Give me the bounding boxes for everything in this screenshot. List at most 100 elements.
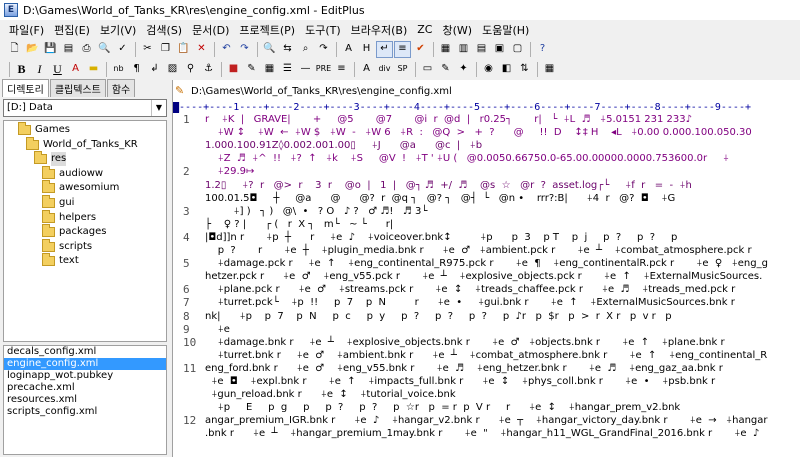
form-icon[interactable]: ▭: [419, 61, 436, 78]
delete-icon[interactable]: ✕: [193, 41, 210, 58]
highlight-icon[interactable]: ▬: [85, 61, 102, 78]
panel-tab-1[interactable]: 클립텍스트: [49, 79, 106, 97]
copy-icon[interactable]: ❐: [157, 41, 174, 58]
code-line[interactable]: ⍭plane.pck r ⍭e ♂ ⍭streams.pck r ⍭e ↕ ⍭t…: [205, 283, 736, 296]
pen-icon[interactable]: ✎: [243, 61, 260, 78]
tree-item[interactable]: packages: [42, 224, 106, 239]
layout-1-icon[interactable]: ▦: [437, 41, 454, 58]
find-in-files-icon[interactable]: ⌕: [297, 41, 314, 58]
ruler-icon[interactable]: ≡: [394, 40, 411, 58]
menu-item-6[interactable]: 도구(T): [300, 22, 346, 38]
tree-item[interactable]: helpers: [42, 209, 96, 225]
file-list-item[interactable]: decals_config.xml: [4, 346, 166, 358]
tree-item[interactable]: res: [34, 151, 67, 167]
tree-item[interactable]: Games: [18, 122, 70, 137]
div-icon[interactable]: div: [376, 61, 393, 78]
nbsp-icon[interactable]: nb: [110, 61, 127, 78]
span-icon[interactable]: SP: [394, 61, 411, 78]
menu-item-5[interactable]: 프로젝트(P): [234, 22, 300, 38]
code-line[interactable]: hetzer.pck r ⍭e ♂ ⍭eng_v55.pck r ⍭e ┴ ⍭e…: [205, 270, 762, 283]
undo-icon[interactable]: ↶: [218, 41, 235, 58]
tree-item[interactable]: World_of_Tanks_KR: [26, 136, 138, 152]
file-list-item[interactable]: engine_config.xml: [4, 358, 166, 370]
underline-icon[interactable]: U: [49, 61, 66, 78]
menu-item-10[interactable]: 도움말(H): [477, 22, 534, 38]
preview-icon[interactable]: ◧: [498, 61, 515, 78]
code-line[interactable]: ⍭29.9↦: [205, 165, 255, 178]
code-line[interactable]: ⍭Z ♬ ⍭^ !! ⍭? ↑ ⍭k ⍭S @V ! ⍭T ' ⍭U ( @0.…: [205, 152, 729, 165]
chevron-down-icon[interactable]: ▼: [151, 100, 166, 116]
table-icon[interactable]: ▦: [261, 61, 278, 78]
code-line[interactable]: r ⍭K | GRAVE| + @5 @7 @i r @d | r0.25┐ r…: [205, 113, 692, 126]
paste-icon[interactable]: 📋: [175, 41, 192, 58]
open-icon[interactable]: 📂: [24, 41, 41, 58]
font-color-icon[interactable]: A: [67, 61, 84, 78]
new-file-icon[interactable]: 🗋: [6, 41, 23, 58]
tree-item[interactable]: audioww: [42, 165, 103, 181]
code-line[interactable]: ⍭p E p g p p ? p ? p ☆r p = r p V r r ⍭e…: [205, 401, 681, 414]
panel-tab-2[interactable]: 함수: [106, 79, 136, 97]
help-icon[interactable]: ?: [534, 41, 551, 58]
pre-icon[interactable]: PRE: [315, 61, 332, 78]
image-icon[interactable]: ▨: [164, 61, 181, 78]
style-icon[interactable]: ✦: [455, 61, 472, 78]
code-line[interactable]: 100.01.5◘ ┼ @a @ @? r @q ┐ @? ┐ @┤ └ @n …: [205, 192, 675, 205]
code-line[interactable]: 1.000.100.91Z◊0.002.001.00▯ ⍭J @a @c | ⍭…: [205, 139, 482, 152]
code-line[interactable]: |◘d]]n r ⍭p ┼ r ⍭e ♪ ⍭voiceover.bnk↕ ⍭p …: [205, 231, 677, 244]
paragraph-icon[interactable]: ¶: [128, 61, 145, 78]
code-line[interactable]: 1.2▯ ⍭? r @> r 3 r @o | 1 | @┐ ♬ +/ ♬ @s…: [205, 179, 692, 192]
tree-item[interactable]: gui: [42, 195, 74, 210]
code-line[interactable]: ⍭gun_reload.bnk r ⍭e ↕ ⍭tutorial_voice.b…: [205, 388, 455, 401]
hr-icon[interactable]: —: [297, 61, 314, 78]
break-icon[interactable]: ↲: [146, 61, 163, 78]
script-icon[interactable]: ✎: [437, 61, 454, 78]
anchor-icon[interactable]: ⚓: [200, 61, 217, 78]
code-line[interactable]: ⍭W ↕ ⍭W ← ⍭W $ ⍭W - ⍭W 6 ⍭R : @Q > + ? @…: [205, 126, 752, 139]
code-line[interactable]: ⍭e ◘ ⍭expl.bnk r ⍭e ↑ ⍭impacts_full.bnk …: [205, 375, 715, 388]
file-list[interactable]: decals_config.xml engine_config.xml logina…: [3, 345, 167, 455]
menu-item-1[interactable]: 편집(E): [49, 22, 95, 38]
align-icon[interactable]: ≡: [333, 61, 350, 78]
find-icon[interactable]: 🔍: [261, 41, 278, 58]
file-list-item[interactable]: scripts_config.xml: [4, 406, 166, 418]
code-line[interactable]: ⍭damage.bnk r ⍭e ┴ ⍭explosive_objects.bn…: [205, 336, 725, 349]
tree-item[interactable]: scripts: [42, 238, 92, 254]
word-wrap-icon[interactable]: ↵: [376, 40, 393, 58]
layout-3-icon[interactable]: ▤: [473, 41, 490, 58]
code-line[interactable]: ⍭turret.bnk r ⍭e ♂ ⍭ambient.bnk r ⍭e ┴ ⍭…: [205, 349, 768, 362]
code-line[interactable]: nk| ⍭p p 7 p N p c p y p ? p ? p ? p ♪r …: [205, 310, 672, 323]
code-line[interactable]: angar_premium_IGR.bnk r ⍭e ♪ ⍭hangar_v2.…: [205, 414, 768, 427]
print-icon[interactable]: ⎙: [78, 41, 95, 58]
tree-item[interactable]: awesomium: [42, 180, 119, 195]
print-preview-icon[interactable]: 🔍: [96, 41, 113, 58]
link-icon[interactable]: ⚲: [182, 61, 199, 78]
file-list-item[interactable]: resources.xml: [4, 394, 166, 406]
tree-item[interactable]: text: [42, 253, 79, 268]
menu-item-7[interactable]: 브라우저(B): [346, 22, 413, 38]
browser-icon[interactable]: ◉: [480, 61, 497, 78]
code-line[interactable]: ⍭] ) ┐ ) @\ • ? O ♪ ? ♂ ♬! ♬ 3└: [205, 205, 428, 218]
code-line[interactable]: eng_ford.bnk r ⍭e ♂ ⍭eng_v55.bnk r ⍭e ♬ …: [205, 362, 723, 375]
drive-select[interactable]: [D:] Data ▼: [3, 99, 167, 117]
text-area[interactable]: r ⍭K | GRAVE| + @5 @7 @i r @d | r0.25┐ r…: [205, 113, 800, 457]
menu-item-2[interactable]: 보기(V): [95, 22, 141, 38]
goto-icon[interactable]: ↷: [315, 41, 332, 58]
spellcheck-icon[interactable]: ✓: [114, 41, 131, 58]
document-tab[interactable]: ✎ D:\Games\World_of_Tanks_KR\res\engine_…: [175, 82, 452, 100]
ftp-icon[interactable]: ⇅: [516, 61, 533, 78]
spell-icon[interactable]: ✔: [412, 41, 429, 58]
menu-item-9[interactable]: 창(W): [437, 22, 477, 38]
hex-icon[interactable]: H: [358, 41, 375, 58]
layout-4-icon[interactable]: ▣: [491, 41, 508, 58]
cut-icon[interactable]: ✂: [139, 41, 156, 58]
editor-pane[interactable]: ✎ D:\Games\World_of_Tanks_KR\res\engine_…: [172, 80, 800, 457]
grid-icon[interactable]: ▦: [541, 61, 558, 78]
list-icon[interactable]: ☰: [279, 61, 296, 78]
replace-icon[interactable]: ⇆: [279, 41, 296, 58]
save-all-icon[interactable]: ▤: [60, 41, 77, 58]
file-list-item[interactable]: loginapp_wot.pubkey: [4, 370, 166, 382]
save-icon[interactable]: 💾: [42, 41, 59, 58]
code-line[interactable]: ⍭e: [205, 323, 230, 336]
bold-icon[interactable]: B: [13, 61, 30, 78]
layout-2-icon[interactable]: ▥: [455, 41, 472, 58]
